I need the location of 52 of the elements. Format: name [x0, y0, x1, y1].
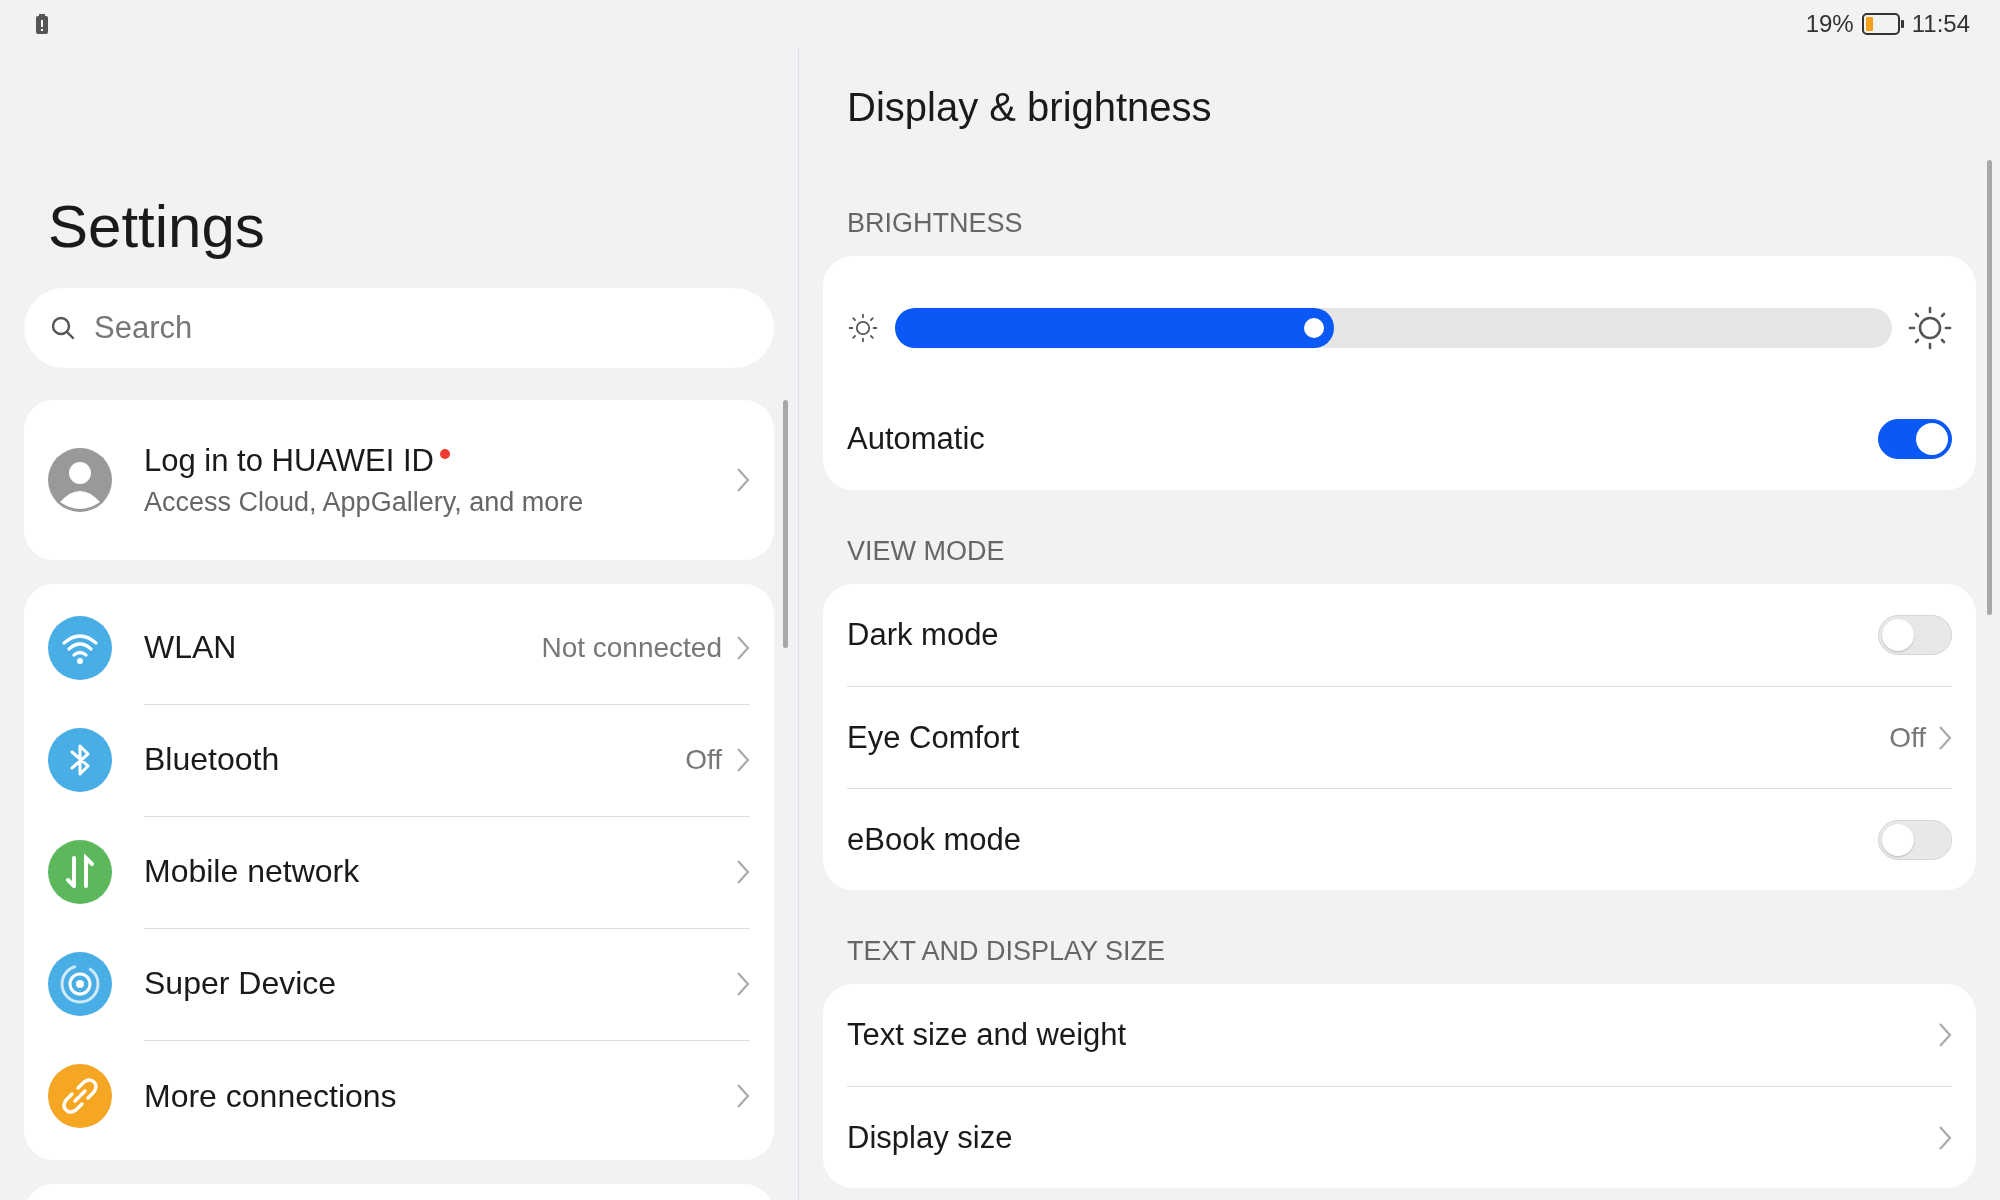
battery-alert-icon — [36, 14, 48, 34]
brightness-high-icon — [1908, 306, 1952, 350]
setting-row[interactable]: eBook mode — [847, 788, 1952, 890]
account-row[interactable]: Log in to HUAWEI ID Access Cloud, AppGallery, and more — [24, 400, 774, 560]
item-label: Super Device — [144, 965, 338, 1002]
avatar-icon — [48, 448, 112, 512]
settings-item[interactable]: More connections — [48, 1040, 750, 1152]
search-field[interactable]: Search — [24, 288, 774, 368]
battery-icon — [1861, 13, 1904, 35]
account-title: Log in to HUAWEI ID — [144, 442, 434, 479]
settings-item[interactable]: Mobile network — [48, 816, 750, 928]
brightness-slider[interactable] — [895, 308, 1892, 348]
item-label: Mobile network — [144, 853, 361, 890]
chevron-right-icon — [736, 634, 750, 661]
setting-label: eBook mode — [847, 821, 1023, 858]
section-heading: VIEW MODE — [847, 535, 1006, 568]
setting-label: Eye Comfort — [847, 719, 1021, 756]
section-heading: TEXT AND DISPLAY SIZE — [847, 935, 1167, 968]
settings-item[interactable]: Super Device — [48, 928, 750, 1040]
setting-row[interactable]: Text size and weight — [847, 984, 1952, 1086]
status-time: 11:54 — [1911, 10, 1970, 38]
setting-row[interactable]: Eye Comfort Off — [847, 686, 1952, 788]
chevron-right-icon — [736, 467, 750, 493]
section-heading: BRIGHTNESS — [847, 207, 1024, 240]
setting-label: Display size — [847, 1119, 1014, 1156]
account-subtitle: Access Cloud, AppGallery, and more — [144, 486, 585, 518]
settings-item[interactable]: WLAN Not connected — [48, 592, 750, 704]
setting-row[interactable]: Dark mode — [847, 584, 1952, 686]
toggle-switch[interactable] — [1878, 419, 1952, 459]
battery-percent: 19% — [1805, 10, 1854, 38]
chevron-right-icon — [736, 970, 750, 997]
item-label: WLAN — [144, 629, 238, 666]
chevron-right-icon — [736, 746, 750, 773]
item-label: More connections — [144, 1077, 398, 1115]
item-value: Not connected — [541, 631, 722, 664]
page-title: Display & brightness — [847, 84, 1213, 131]
setting-label: Automatic — [847, 421, 986, 457]
chevron-right-icon — [736, 858, 750, 885]
item-label: Bluetooth — [144, 741, 281, 778]
chevron-right-icon — [1938, 1022, 1952, 1048]
settings-item[interactable]: Bluetooth Off — [48, 704, 750, 816]
chevron-right-icon — [1938, 1124, 1952, 1151]
setting-value: Off — [1889, 721, 1926, 754]
setting-row[interactable]: Display size — [847, 1086, 1952, 1188]
setting-label: Dark mode — [847, 617, 1000, 653]
search-icon — [50, 315, 76, 341]
brightness-low-icon — [847, 312, 879, 344]
setting-label: Text size and weight — [847, 1017, 1128, 1053]
chevron-right-icon — [736, 1083, 750, 1109]
chevron-right-icon — [1938, 724, 1952, 751]
item-value: Off — [685, 743, 722, 776]
settings-title: Settings — [48, 192, 266, 262]
